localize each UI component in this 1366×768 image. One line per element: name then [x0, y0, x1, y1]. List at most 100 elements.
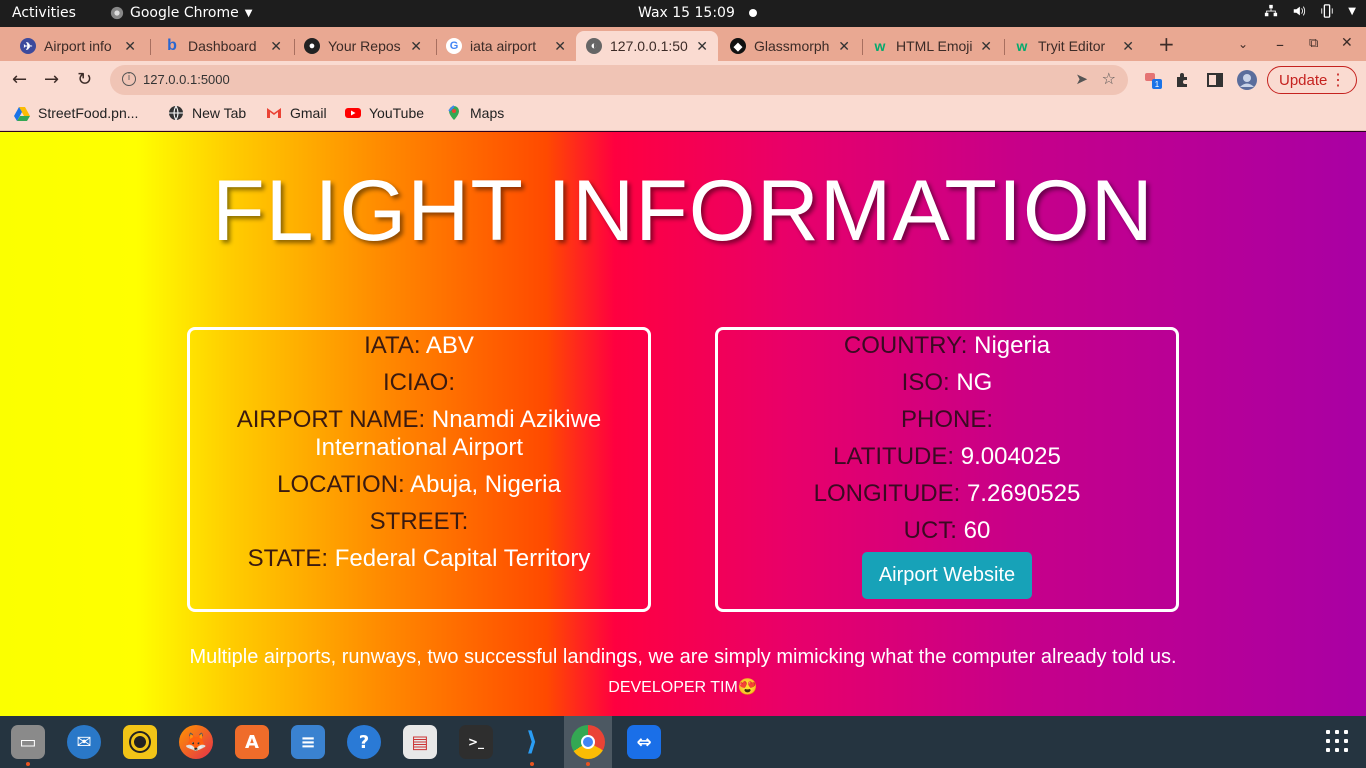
- bookmark-gmail[interactable]: Gmail: [266, 105, 327, 121]
- location-value: Abuja, Nigeria: [410, 471, 561, 498]
- tab-search-chevron-icon[interactable]: ⌄: [1238, 37, 1248, 51]
- close-icon[interactable]: ✕: [980, 38, 992, 55]
- extensions-puzzle-icon[interactable]: [1174, 71, 1192, 89]
- tab-tryit-editor[interactable]: w Tryit Editor ✕: [1004, 31, 1144, 61]
- latitude-row: LATITUDE: 9.004025: [718, 443, 1176, 471]
- forward-arrow-icon[interactable]: →: [44, 69, 59, 90]
- network-icon: [1265, 4, 1278, 17]
- youtube-icon: [345, 108, 361, 118]
- reload-icon[interactable]: ↻: [77, 69, 92, 90]
- airport-favicon-icon: ✈: [20, 38, 36, 54]
- new-tab-plus-icon[interactable]: +: [1158, 32, 1175, 56]
- tab-title: 127.0.0.1:50: [610, 38, 688, 54]
- extension-badge-count: 1: [1155, 80, 1160, 89]
- icao-label: ICIAO:: [382, 369, 455, 396]
- close-icon[interactable]: ✕: [554, 38, 566, 55]
- software-center-icon[interactable]: A: [235, 725, 269, 759]
- uct-label: UCT:: [903, 517, 957, 544]
- country-info-card: COUNTRY: Nigeria ISO: NG PHONE: LATITUDE…: [715, 327, 1179, 612]
- bookmark-label: Maps: [470, 105, 505, 121]
- teamviewer-icon[interactable]: ⇔: [627, 725, 661, 759]
- tab-html-emoji[interactable]: w HTML Emoji ✕: [862, 31, 1002, 61]
- phone-label: PHONE:: [900, 406, 993, 433]
- system-tray[interactable]: ▼: [1264, 4, 1356, 18]
- tab-localhost[interactable]: ◐ 127.0.0.1:50 ✕: [576, 31, 718, 61]
- send-to-device-icon[interactable]: ➤: [1075, 70, 1088, 88]
- extension-badge-icon[interactable]: 1: [1144, 71, 1162, 89]
- bookmarks-bar: StreetFood.pn... New Tab Gmail YouTube M…: [0, 99, 1366, 131]
- bookmark-youtube[interactable]: YouTube: [345, 105, 424, 121]
- tab-dashboard[interactable]: b Dashboard ✕: [154, 31, 292, 61]
- bookmark-star-icon[interactable]: ☆: [1102, 69, 1116, 88]
- airport-website-button[interactable]: Airport Website: [861, 552, 1033, 599]
- rhythmbox-icon[interactable]: [123, 725, 157, 759]
- close-icon[interactable]: ✕: [696, 38, 708, 55]
- minimize-icon[interactable]: –: [1276, 35, 1284, 54]
- iata-value: ABV: [425, 332, 474, 359]
- airport-info-card: IATA: ABV ICIAO: AIRPORT NAME: Nnamdi Az…: [187, 327, 651, 612]
- iata-row: IATA: ABV: [190, 332, 648, 360]
- bookmark-maps[interactable]: Maps: [446, 105, 504, 121]
- tab-title: Your Repos: [328, 38, 401, 54]
- close-icon[interactable]: ✕: [838, 38, 850, 55]
- dock: ▭ ✉ 🦊 A ≡ ? ▤ >_ ⟩ ⇔: [0, 716, 1366, 768]
- bookmark-new-tab[interactable]: New Tab: [168, 105, 246, 121]
- clock[interactable]: Wax 15 15:09: [638, 5, 757, 21]
- tab-your-repos[interactable]: ● Your Repos ✕: [294, 31, 432, 61]
- globe-icon: [169, 105, 183, 121]
- google-favicon-icon: G: [446, 38, 462, 54]
- restore-icon[interactable]: ⧉: [1309, 36, 1318, 51]
- system-top-bar: Activities Google Chrome ▼ Wax 15 15:09 …: [0, 0, 1366, 27]
- google-drive-icon: [14, 107, 30, 121]
- state-row: STATE: Federal Capital Territory: [190, 545, 648, 573]
- close-icon[interactable]: ✕: [410, 38, 422, 55]
- country-value: Nigeria: [974, 332, 1051, 359]
- site-info-icon[interactable]: i: [122, 72, 136, 86]
- tab-title: Airport info: [44, 38, 112, 54]
- tab-iata-airport[interactable]: G iata airport ✕: [436, 31, 576, 61]
- app-menu[interactable]: Google Chrome ▼: [110, 5, 252, 21]
- activities-button[interactable]: Activities: [12, 5, 76, 21]
- tab-title: Dashboard: [188, 38, 257, 54]
- thunderbird-icon[interactable]: ✉: [67, 725, 101, 759]
- location-label: LOCATION:: [277, 471, 405, 498]
- address-bar[interactable]: i 127.0.0.1:5000 ➤ ☆: [110, 65, 1128, 95]
- close-icon[interactable]: ✕: [1122, 38, 1134, 55]
- document-viewer-icon[interactable]: ▤: [403, 725, 437, 759]
- chrome-icon[interactable]: [571, 725, 605, 766]
- tab-divider: [150, 39, 151, 55]
- firefox-icon[interactable]: 🦊: [179, 725, 213, 759]
- bookmark-streetfood[interactable]: StreetFood.pn...: [14, 105, 138, 121]
- phone-icon: [1321, 4, 1333, 18]
- profile-avatar[interactable]: [1236, 69, 1258, 91]
- kebab-menu-icon[interactable]: ⋮: [1330, 70, 1346, 90]
- globe-favicon-icon: ◐: [586, 38, 602, 54]
- bookmark-label: Gmail: [290, 105, 327, 121]
- close-icon[interactable]: ✕: [270, 38, 282, 55]
- bootstrap-favicon-icon: b: [167, 37, 177, 54]
- text-editor-icon[interactable]: ≡: [291, 725, 325, 759]
- address-bar-url[interactable]: 127.0.0.1:5000: [143, 72, 230, 87]
- window-close-icon[interactable]: ✕: [1341, 35, 1353, 51]
- files-icon[interactable]: ▭: [11, 725, 45, 766]
- app-menu-label: Google Chrome: [130, 5, 239, 21]
- chrome-small-icon: [110, 6, 124, 20]
- tab-glassmorph[interactable]: ◆ Glassmorph ✕: [720, 31, 860, 61]
- tab-airport-info[interactable]: ✈ Airport info ✕: [10, 31, 146, 61]
- terminal-icon[interactable]: >_: [459, 725, 493, 759]
- update-button[interactable]: Update ⋮: [1267, 66, 1357, 94]
- icao-row: ICIAO:: [190, 369, 648, 397]
- vscode-icon[interactable]: ⟩: [515, 725, 549, 766]
- system-menu-caret-icon: ▼: [1348, 5, 1356, 17]
- show-applications-icon[interactable]: [1326, 730, 1348, 752]
- clock-text: Wax 15 15:09: [638, 5, 735, 21]
- help-icon[interactable]: ?: [347, 725, 381, 759]
- bookmark-label: YouTube: [369, 105, 425, 121]
- phone-row: PHONE:: [718, 406, 1176, 434]
- side-panel-icon[interactable]: [1206, 71, 1224, 89]
- tab-title: iata airport: [470, 38, 537, 54]
- close-icon[interactable]: ✕: [124, 38, 136, 55]
- footer-text: Multiple airports, runways, two successf…: [189, 646, 1177, 668]
- uct-row: UCT: 60: [718, 517, 1176, 545]
- back-arrow-icon[interactable]: ←: [12, 69, 27, 90]
